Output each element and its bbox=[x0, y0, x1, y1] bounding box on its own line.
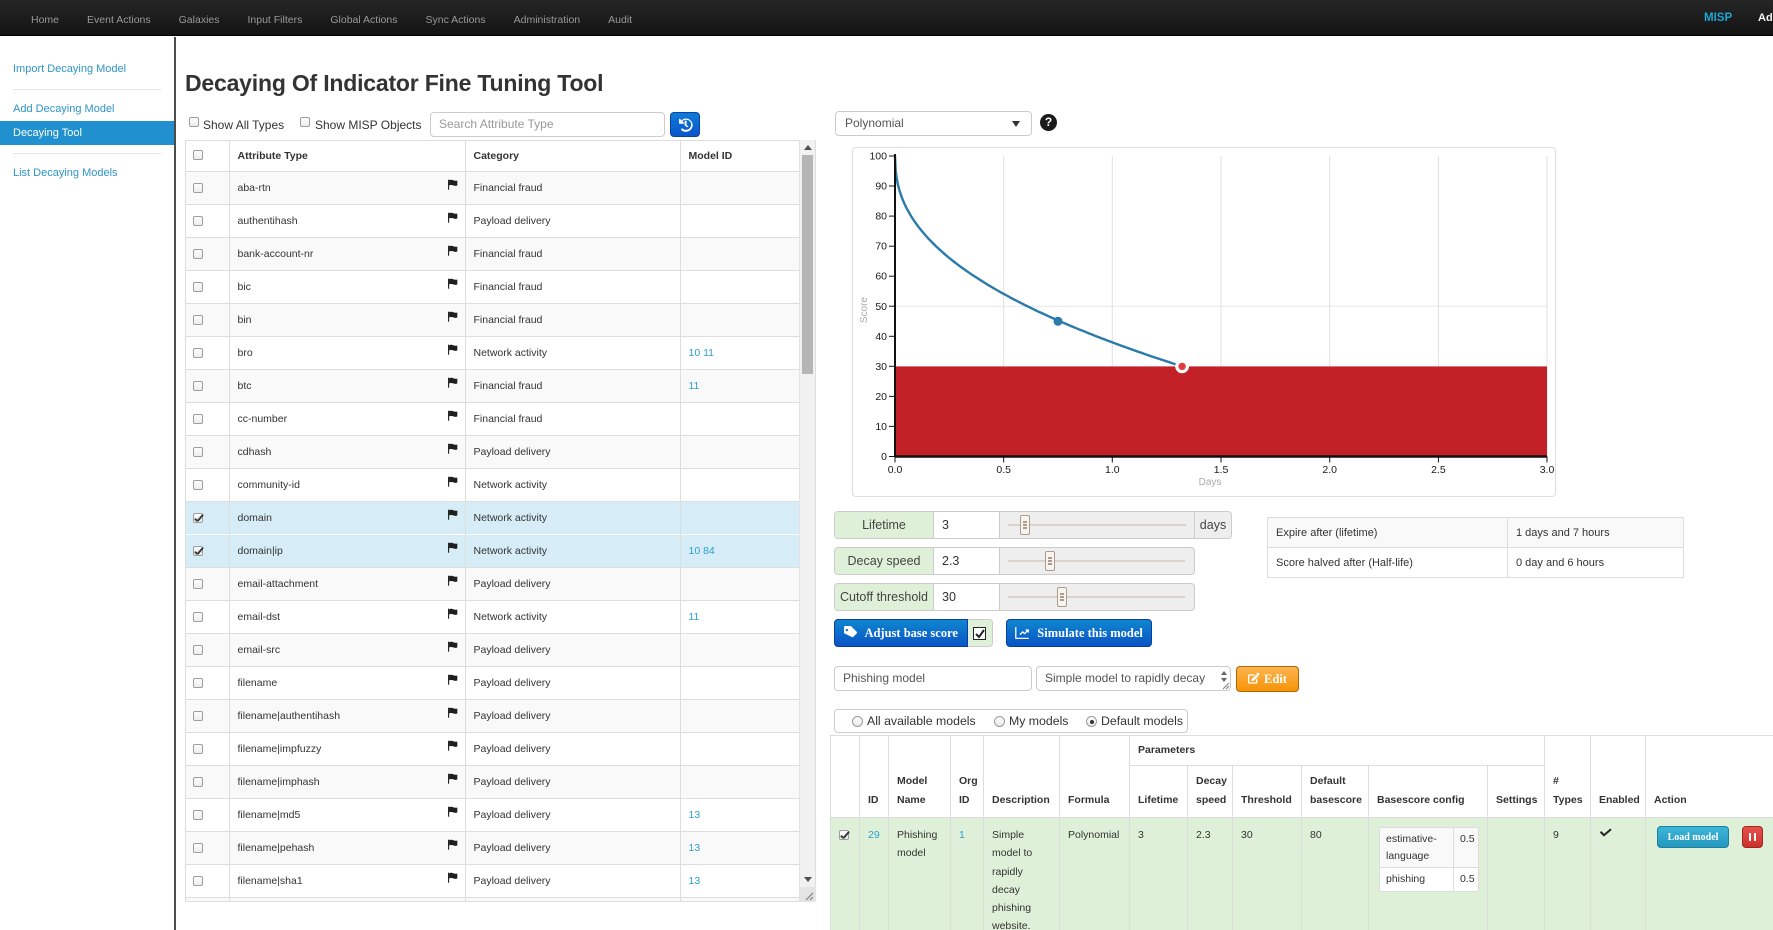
svg-text:0.5: 0.5 bbox=[996, 464, 1011, 476]
svg-text:60: 60 bbox=[875, 271, 887, 283]
svg-text:3.0: 3.0 bbox=[1540, 464, 1555, 476]
svg-text:50: 50 bbox=[875, 301, 887, 313]
svg-text:Days: Days bbox=[1199, 477, 1222, 488]
svg-text:80: 80 bbox=[875, 211, 887, 223]
svg-text:20: 20 bbox=[875, 391, 887, 403]
svg-text:2.5: 2.5 bbox=[1431, 464, 1446, 476]
svg-text:100: 100 bbox=[869, 151, 887, 163]
svg-text:1.0: 1.0 bbox=[1105, 464, 1120, 476]
svg-text:30: 30 bbox=[875, 361, 887, 373]
svg-text:40: 40 bbox=[875, 331, 887, 343]
svg-text:90: 90 bbox=[875, 181, 887, 193]
svg-text:2.0: 2.0 bbox=[1322, 464, 1337, 476]
svg-text:10: 10 bbox=[875, 421, 887, 433]
svg-text:1.5: 1.5 bbox=[1214, 464, 1229, 476]
svg-text:Score: Score bbox=[859, 297, 870, 324]
svg-text:70: 70 bbox=[875, 241, 887, 253]
svg-text:0: 0 bbox=[881, 451, 887, 463]
svg-text:0.0: 0.0 bbox=[888, 464, 903, 476]
